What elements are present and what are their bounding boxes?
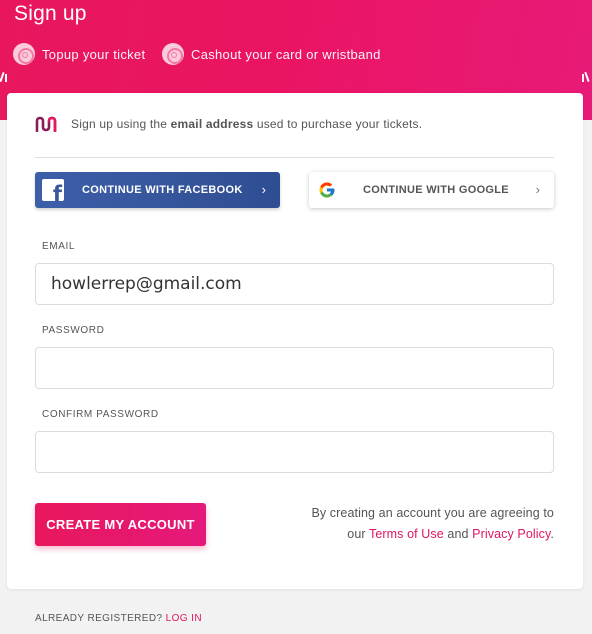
facebook-button-label: CONTINUE WITH FACEBOOK <box>82 184 243 196</box>
terms-suffix: . <box>550 527 554 541</box>
google-icon <box>319 182 335 198</box>
intro-text: Sign up using the email address used to … <box>71 117 422 131</box>
decorative-slash-icon <box>0 70 8 84</box>
decorative-slash-icon <box>582 70 590 84</box>
terms-notice: By creating an account you are agreeing … <box>294 503 554 545</box>
password-label: PASSWORD <box>42 325 105 336</box>
divider <box>35 157 554 158</box>
fingerprint-icon <box>162 43 184 65</box>
fingerprint-icon <box>13 43 35 65</box>
feature-topup-label: Topup your ticket <box>42 46 146 62</box>
terms-of-use-link[interactable]: Terms of Use <box>369 527 444 541</box>
continue-with-google-button[interactable]: CONTINUE WITH GOOGLE › <box>309 172 554 208</box>
signup-card: Sign up using the email address used to … <box>7 93 583 589</box>
feature-topup: Topup your ticket <box>13 42 145 66</box>
confirm-password-label: CONFIRM PASSWORD <box>42 409 159 420</box>
login-prompt: ALREADY REGISTERED? LOG IN <box>35 613 202 624</box>
email-label: EMAIL <box>42 241 76 252</box>
confirm-password-field[interactable] <box>35 431 554 473</box>
log-in-link[interactable]: LOG IN <box>166 613 202 624</box>
intro: Sign up using the email address used to … <box>35 116 422 132</box>
password-field[interactable] <box>35 347 554 389</box>
feature-cashout-label: Cashout your card or wristband <box>191 46 381 62</box>
intro-suffix: used to purchase your tickets. <box>253 117 423 131</box>
continue-with-facebook-button[interactable]: f CONTINUE WITH FACEBOOK › <box>35 172 280 208</box>
page-title: Sign up <box>14 2 87 25</box>
privacy-policy-link[interactable]: Privacy Policy <box>472 527 550 541</box>
terms-and: and <box>443 527 473 541</box>
feature-cashout: Cashout your card or wristband <box>162 42 381 66</box>
email-field[interactable] <box>35 263 554 305</box>
chevron-right-icon: › <box>261 182 266 197</box>
intro-emphasis: email address <box>170 117 254 131</box>
brand-logo-icon <box>35 116 57 132</box>
google-button-label: CONTINUE WITH GOOGLE <box>363 184 509 196</box>
login-prompt-text: ALREADY REGISTERED? <box>35 613 166 624</box>
facebook-icon: f <box>42 179 64 201</box>
create-account-button[interactable]: CREATE MY ACCOUNT <box>35 503 206 546</box>
intro-prefix: Sign up using the <box>71 117 171 131</box>
chevron-right-icon: › <box>535 182 540 197</box>
